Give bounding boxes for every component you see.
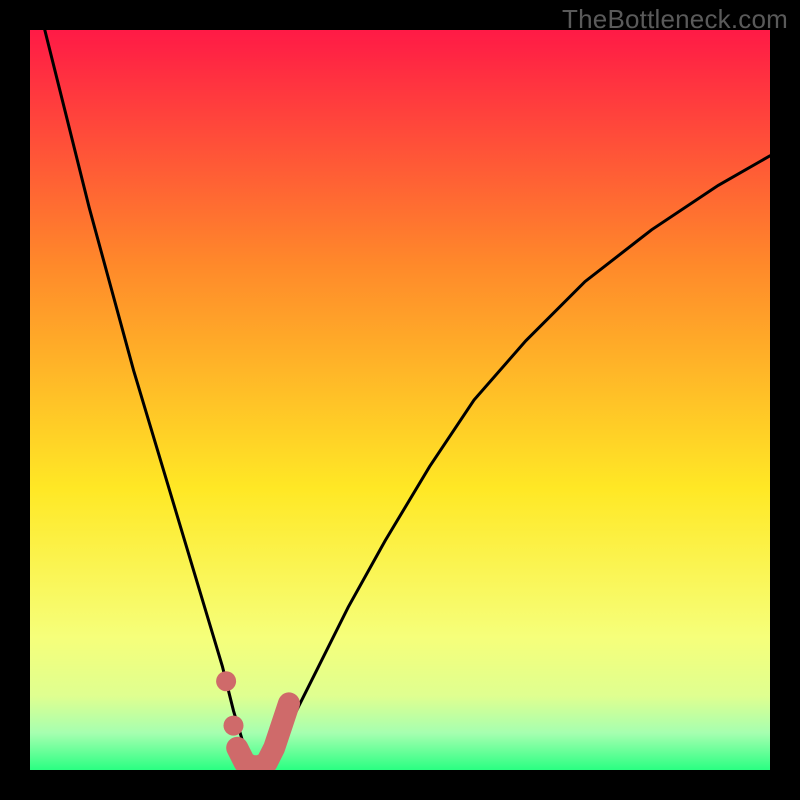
chart-plot-area <box>30 30 770 770</box>
chart-frame: TheBottleneck.com <box>0 0 800 800</box>
marker-dot <box>216 671 236 691</box>
marker-dot <box>224 716 244 736</box>
chart-svg <box>30 30 770 770</box>
